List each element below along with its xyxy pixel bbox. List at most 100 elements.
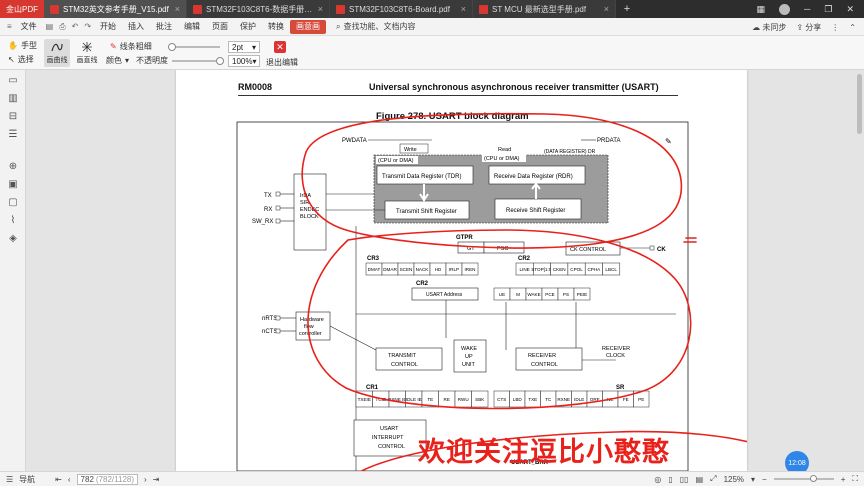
opacity-label: 不透明度 bbox=[136, 56, 169, 65]
redo-icon[interactable]: ↷ bbox=[81, 22, 94, 31]
fit-icon[interactable]: ⤢ bbox=[710, 474, 716, 484]
hand-tool[interactable]: ✋ 手型 bbox=[8, 40, 37, 51]
chevron-down-icon: ▾ bbox=[252, 56, 257, 66]
next-page-icon[interactable]: › bbox=[144, 475, 147, 484]
tab-stm32-reference[interactable]: STM32英文参考手册_V15.pdf × bbox=[44, 0, 187, 18]
menu-drawing[interactable]: 画意画 bbox=[290, 19, 327, 34]
page-icon[interactable]: ▭ bbox=[7, 74, 19, 86]
zoom-dropdown-icon[interactable]: ▾ bbox=[751, 475, 755, 484]
tab-board[interactable]: STM32F103C8T6-Board.pdf × bbox=[330, 0, 473, 18]
vertical-scrollbar[interactable] bbox=[857, 74, 862, 134]
close-icon[interactable]: × bbox=[604, 4, 609, 14]
zoom-slider-knob[interactable] bbox=[809, 475, 817, 482]
maximize-icon[interactable]: ❐ bbox=[824, 4, 832, 15]
register-bit-label: CTS bbox=[497, 397, 506, 402]
comment-icon[interactable]: ▢ bbox=[7, 196, 19, 208]
tab-selection-guide[interactable]: ST MCU 最新选型手册.pdf × bbox=[473, 0, 616, 18]
fullscreen-icon[interactable]: ⛶ bbox=[852, 474, 858, 484]
app-logo[interactable]: 金山PDF bbox=[0, 0, 44, 18]
bookmark-icon[interactable]: ⊟ bbox=[7, 110, 19, 122]
search-box[interactable]: ⌕ 查找功能、文档内容 bbox=[336, 21, 415, 32]
pdf-page: RM0008 Universal synchronous asynchronou… bbox=[176, 70, 747, 471]
exit-edit-label[interactable]: 退出编辑 bbox=[266, 57, 298, 68]
line-width-slider-knob[interactable] bbox=[168, 43, 176, 51]
color-control[interactable]: 颜色 ▾ 不透明度 bbox=[106, 55, 168, 66]
line-width-control[interactable]: ✎ 线条粗细 bbox=[110, 41, 152, 52]
avatar[interactable] bbox=[778, 3, 790, 15]
register-bit-label: IRLP bbox=[449, 267, 459, 272]
label-rx: RX bbox=[264, 207, 272, 213]
line-width-label: 线条粗细 bbox=[119, 42, 152, 51]
register-bit-label: RXNE bbox=[557, 397, 570, 402]
prev-page-icon[interactable]: ‹ bbox=[68, 475, 71, 484]
grid-icon[interactable]: ▦ bbox=[756, 4, 765, 15]
label-ck-control: CK CONTROL bbox=[570, 247, 606, 253]
minimize-icon[interactable]: ─ bbox=[804, 4, 810, 14]
attachment-icon[interactable]: ⌇ bbox=[7, 214, 19, 226]
menu-edit[interactable]: 编辑 bbox=[178, 20, 206, 34]
view-mode-icon[interactable]: ◎ bbox=[654, 475, 661, 484]
register-bit-label: UE bbox=[499, 292, 505, 297]
zoom-out-icon[interactable]: − bbox=[762, 475, 767, 484]
open-icon[interactable]: ▤ bbox=[43, 22, 57, 31]
thumbnails-icon[interactable]: ▥ bbox=[7, 92, 19, 104]
select-tool[interactable]: ↖ 选择 bbox=[8, 54, 34, 65]
nav-label[interactable]: 导航 bbox=[19, 474, 35, 485]
draw-curve-tool[interactable]: 画曲线 bbox=[44, 39, 70, 67]
line-width-select[interactable]: 2pt ▾ bbox=[228, 41, 260, 53]
double-page-icon[interactable]: ▯▯ bbox=[680, 475, 689, 484]
menu-file[interactable]: 文件 bbox=[15, 20, 43, 34]
menu-protect[interactable]: 保护 bbox=[234, 20, 262, 34]
view-controls: ◎ ▯ ▯▯ ▤ ⤢ 125% ▾ − + ⛶ bbox=[654, 474, 858, 484]
window-controls: ▦ ─ ❐ ✕ bbox=[756, 0, 864, 18]
zoom-search-icon[interactable]: ⊕ bbox=[7, 160, 19, 172]
opacity-slider-knob[interactable] bbox=[216, 57, 224, 65]
register-bit-label: NACK bbox=[416, 267, 430, 272]
exit-edit-icon[interactable]: ✕ bbox=[274, 41, 286, 53]
image-icon[interactable]: ▣ bbox=[7, 178, 19, 190]
tab-datasheet[interactable]: STM32F103C8T6-数据手册.pdf × bbox=[187, 0, 330, 18]
tab-label: STM32F103C8T6-Board.pdf bbox=[349, 4, 450, 14]
annotations-icon[interactable]: ☰ bbox=[7, 128, 19, 140]
new-tab-button[interactable]: + bbox=[616, 0, 638, 18]
draw-line-tool[interactable]: 画直线 bbox=[74, 39, 100, 67]
undo-icon[interactable]: ↶ bbox=[69, 22, 82, 31]
cr1-top-bits: UE M WAKE PCE PS PEIE bbox=[493, 287, 591, 301]
line-width-slider[interactable] bbox=[172, 46, 220, 48]
close-icon[interactable]: × bbox=[461, 4, 466, 14]
register-bit-label: FE bbox=[623, 397, 629, 402]
print-icon[interactable]: ⎙ bbox=[56, 22, 68, 32]
label-int-2: CONTROL bbox=[378, 444, 405, 450]
share-button[interactable]: ⇪ 分享 bbox=[796, 22, 821, 33]
page-number-input[interactable]: 782 (782/1128) bbox=[76, 473, 139, 485]
label-tx-control-1: CONTROL bbox=[391, 362, 418, 368]
menu-start[interactable]: 开始 bbox=[94, 20, 122, 34]
hamburger-icon[interactable]: ≡ bbox=[4, 22, 15, 31]
share-icon: ⇪ bbox=[796, 22, 806, 32]
pdf-file-icon bbox=[50, 4, 59, 14]
collapse-icon[interactable]: ⌃ bbox=[849, 23, 856, 32]
zoom-value[interactable]: 125% bbox=[724, 475, 744, 484]
menu-insert[interactable]: 插入 bbox=[122, 20, 150, 34]
last-page-icon[interactable]: ⇥ bbox=[153, 475, 160, 484]
cr3-bits: DMAT DMAR SCEN NACK HD IRLP IREN bbox=[365, 262, 479, 276]
more-icon[interactable]: ⋮ bbox=[831, 23, 839, 32]
label-rx-control-0: RECEIVER bbox=[528, 353, 556, 359]
close-window-icon[interactable]: ✕ bbox=[846, 4, 854, 15]
opacity-select[interactable]: 100% ▾ bbox=[228, 55, 260, 67]
first-page-icon[interactable]: ⇤ bbox=[55, 475, 62, 484]
layers-icon[interactable]: ◈ bbox=[7, 232, 19, 244]
single-page-icon[interactable]: ▯ bbox=[668, 475, 672, 484]
sidebar-toggle-icon[interactable]: ☰ bbox=[6, 475, 13, 484]
zoom-in-icon[interactable]: + bbox=[841, 475, 846, 484]
menu-page[interactable]: 页面 bbox=[206, 20, 234, 34]
continuous-icon[interactable]: ▤ bbox=[696, 475, 704, 484]
document-viewport[interactable]: RM0008 Universal synchronous asynchronou… bbox=[26, 70, 864, 471]
opacity-slider[interactable] bbox=[172, 60, 220, 62]
menu-annotate[interactable]: 批注 bbox=[150, 20, 178, 34]
close-icon[interactable]: × bbox=[318, 4, 323, 14]
menu-convert[interactable]: 转换 bbox=[262, 20, 290, 34]
close-icon[interactable]: × bbox=[175, 4, 180, 14]
zoom-slider[interactable] bbox=[773, 475, 834, 482]
sync-status[interactable]: ☁ 未同步 bbox=[752, 22, 786, 33]
